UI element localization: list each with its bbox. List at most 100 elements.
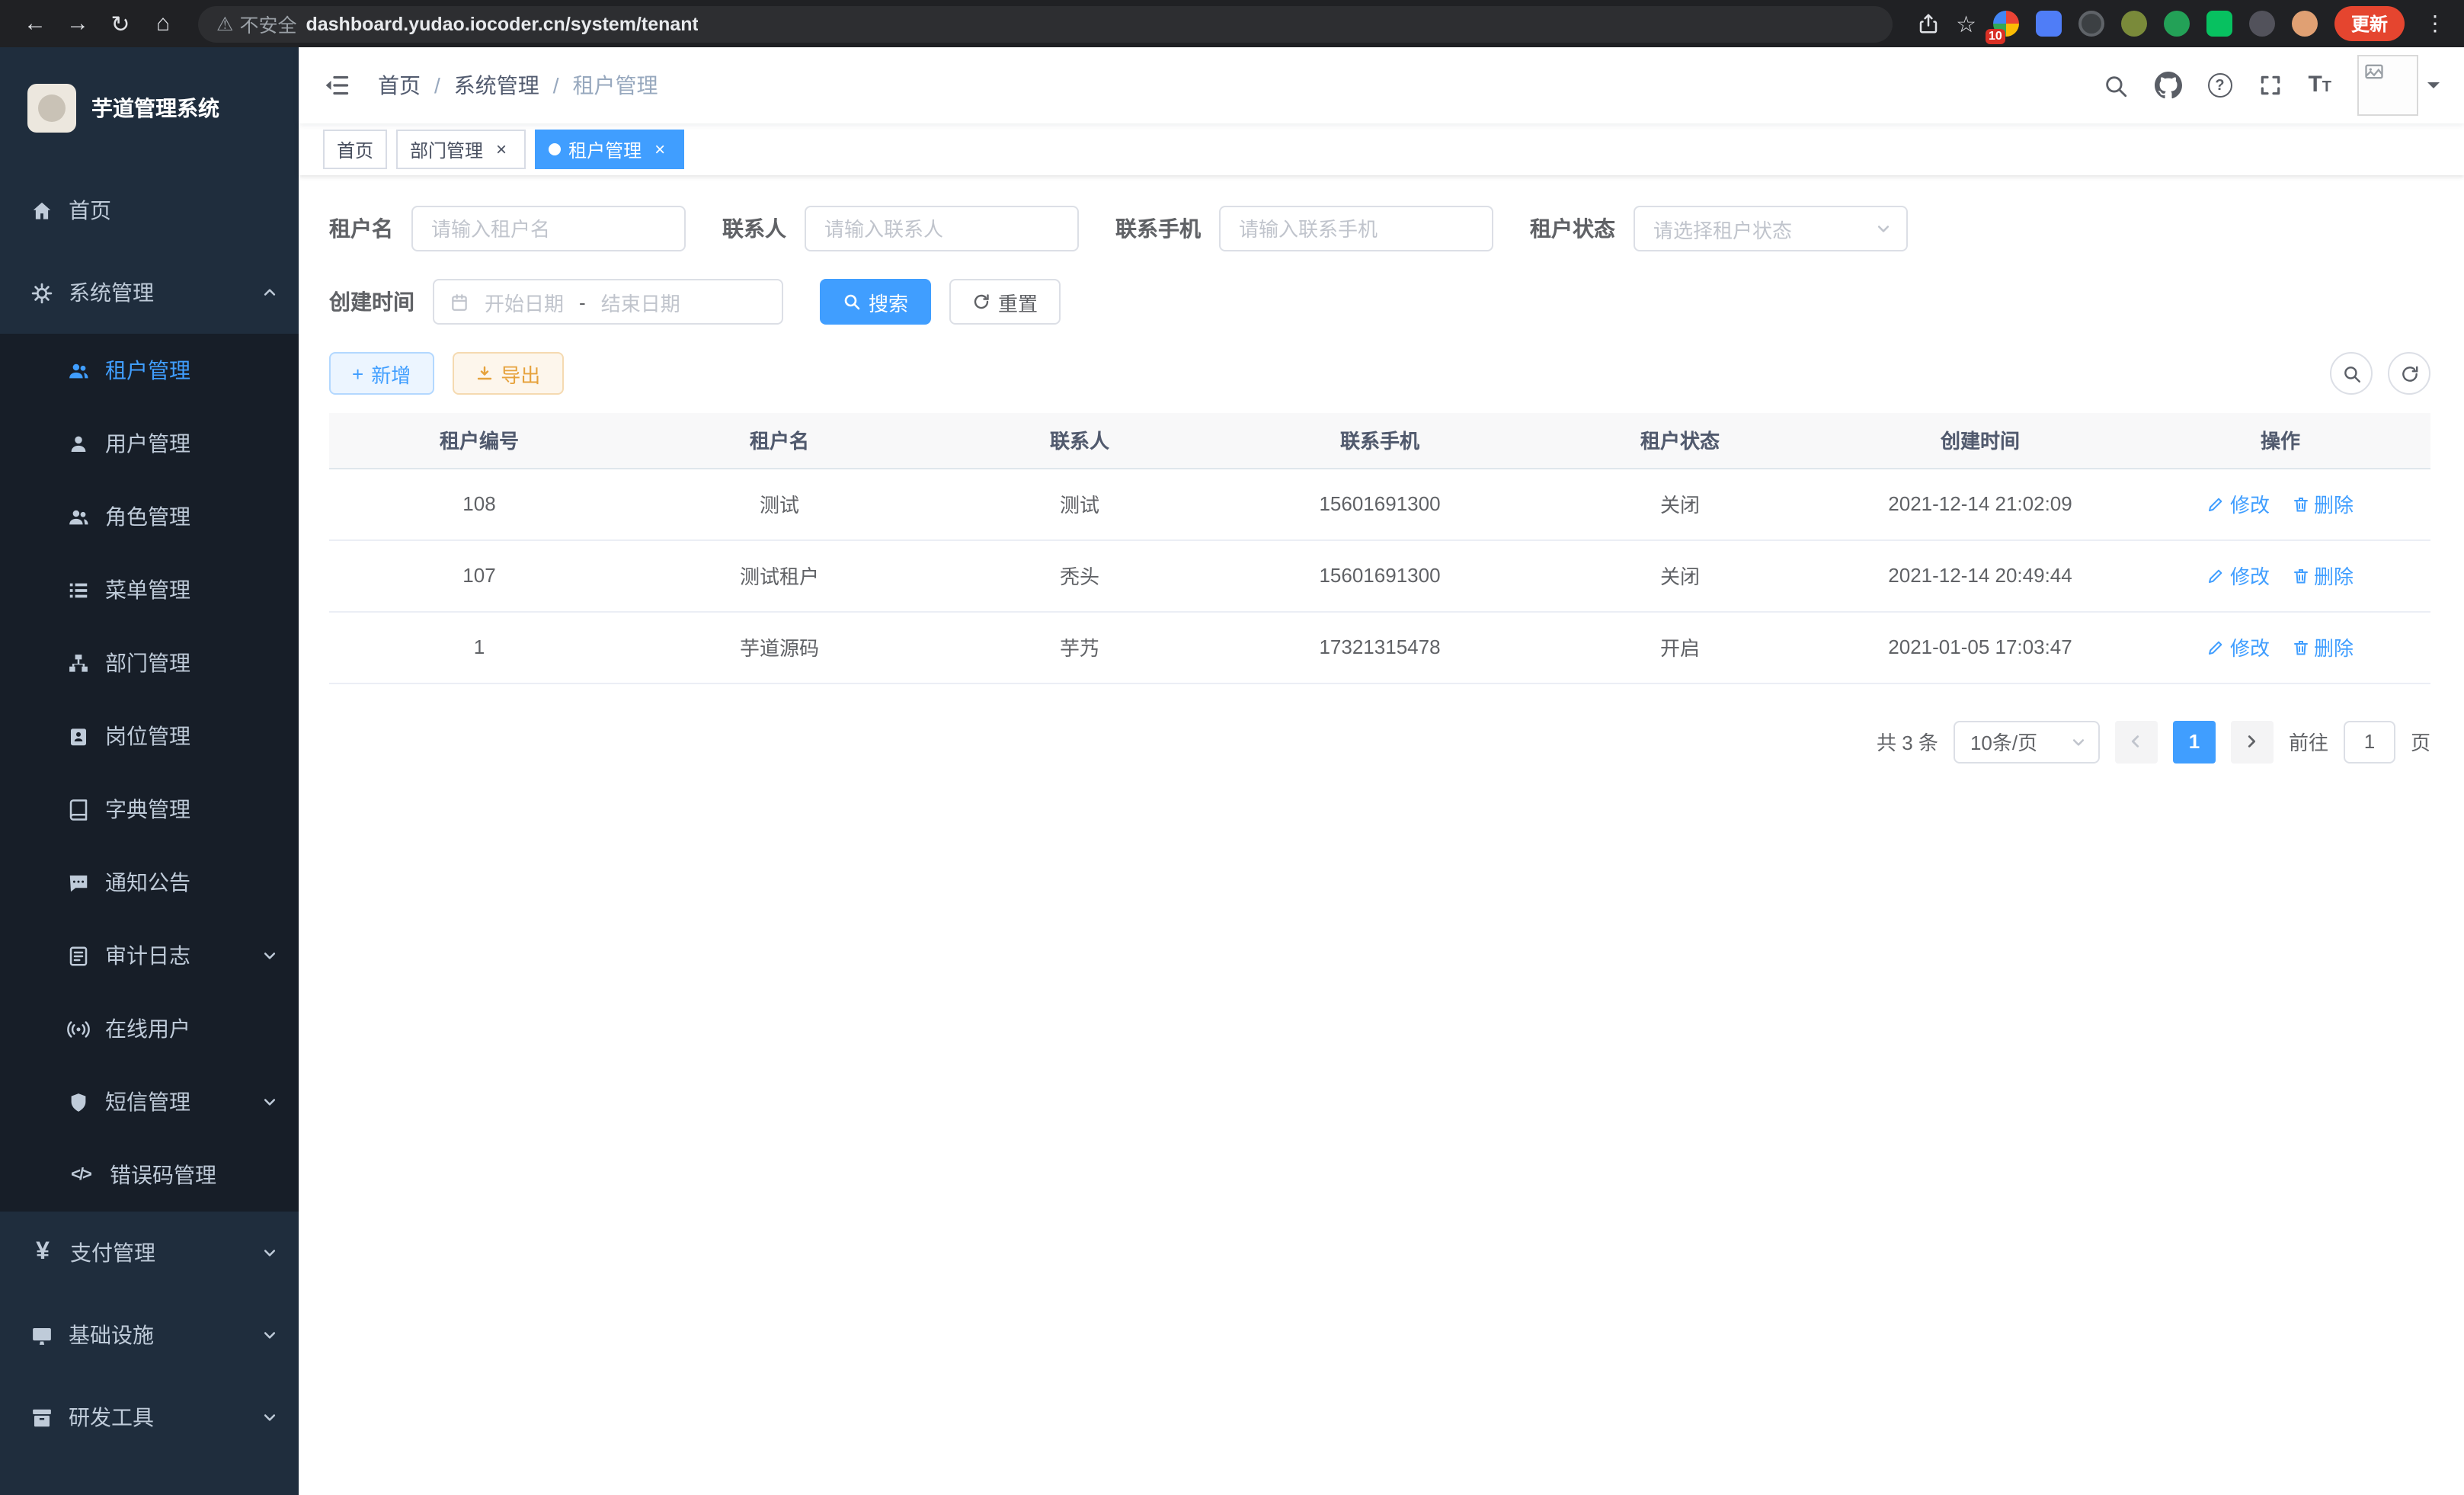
- search-icon[interactable]: [2102, 72, 2128, 98]
- edit-link[interactable]: 修改: [2207, 632, 2270, 661]
- delete-link[interactable]: 删除: [2291, 632, 2354, 661]
- cell-created: 2021-12-14 20:49:44: [1830, 539, 2130, 611]
- edit-icon: [2207, 638, 2226, 656]
- goto-page-input[interactable]: [2344, 720, 2395, 763]
- sidebar-item-infra[interactable]: 基础设施: [0, 1294, 299, 1376]
- tag-label: 租户管理: [568, 136, 642, 162]
- share-icon[interactable]: [1916, 12, 1939, 35]
- sidebar-item-user[interactable]: 用户管理: [0, 407, 299, 480]
- sidebar-item-online-user[interactable]: 在线用户: [0, 992, 299, 1065]
- extension-icon[interactable]: [2036, 11, 2062, 37]
- edit-link[interactable]: 修改: [2207, 561, 2270, 590]
- edit-link[interactable]: 修改: [2207, 489, 2270, 518]
- trash-icon: [2291, 638, 2309, 656]
- refresh-button[interactable]: [2388, 352, 2430, 395]
- font-size-icon[interactable]: TT: [2308, 75, 2331, 96]
- sidebar-item-label: 研发工具: [69, 1402, 154, 1433]
- breadcrumb-item[interactable]: 系统管理: [454, 70, 539, 101]
- collapse-sidebar-icon[interactable]: [323, 72, 350, 99]
- extension-icon[interactable]: 10: [1993, 11, 2019, 37]
- address-bar[interactable]: ⚠ 不安全 dashboard.yudao.iocoder.cn/system/…: [198, 5, 1892, 42]
- export-button[interactable]: 导出: [452, 352, 563, 395]
- browser-home-button[interactable]: ⌂: [143, 4, 183, 43]
- filter-create-time: 创建时间 开始日期 - 结束日期: [329, 279, 783, 325]
- next-page-button[interactable]: [2231, 720, 2274, 763]
- sidebar-item-label: 菜单管理: [105, 575, 190, 605]
- sidebar-item-dept[interactable]: 部门管理: [0, 626, 299, 699]
- page-number-current[interactable]: 1: [2173, 720, 2216, 763]
- sidebar-item-notice[interactable]: 通知公告: [0, 846, 299, 919]
- total-count: 共 3 条: [1877, 727, 1938, 756]
- sidebar-item-label: 岗位管理: [105, 721, 190, 751]
- tag-dept[interactable]: 部门管理 ×: [396, 130, 526, 169]
- date-range-picker[interactable]: 开始日期 - 结束日期: [433, 279, 783, 325]
- not-secure-indicator[interactable]: ⚠ 不安全: [216, 9, 296, 38]
- signal-icon: [67, 1017, 90, 1040]
- col-tenant-name: 租户名: [629, 413, 930, 468]
- github-icon[interactable]: [2154, 72, 2181, 99]
- sidebar-item-home[interactable]: 首页: [0, 169, 299, 251]
- close-icon[interactable]: ×: [491, 139, 512, 160]
- close-icon[interactable]: ×: [649, 139, 670, 160]
- sidebar-item-payment[interactable]: ¥ 支付管理: [0, 1212, 299, 1294]
- add-button[interactable]: + 新增: [329, 352, 434, 395]
- delete-link[interactable]: 删除: [2291, 489, 2354, 518]
- browser-back-button[interactable]: ←: [15, 4, 55, 43]
- status-select[interactable]: 请选择租户状态: [1634, 206, 1908, 251]
- mobile-input[interactable]: [1219, 206, 1493, 251]
- browser-forward-button[interactable]: →: [58, 4, 98, 43]
- extension-icon[interactable]: [2164, 11, 2190, 37]
- col-created: 创建时间: [1830, 413, 2130, 468]
- cell-actions: 修改删除: [2130, 611, 2430, 683]
- breadcrumb-item[interactable]: 首页: [378, 70, 421, 101]
- delete-link[interactable]: 删除: [2291, 561, 2354, 590]
- sidebar-item-role[interactable]: 角色管理: [0, 480, 299, 553]
- sidebar-item-dict[interactable]: 字典管理: [0, 773, 299, 846]
- toggle-search-button[interactable]: [2330, 352, 2373, 395]
- table-toolbar: + 新增 导出: [329, 352, 2430, 395]
- sidebar-item-label: 部门管理: [105, 648, 190, 678]
- sidebar-item-tenant[interactable]: 租户管理: [0, 334, 299, 407]
- search-icon: [2341, 363, 2361, 383]
- user-menu[interactable]: [2357, 55, 2440, 116]
- tag-home[interactable]: 首页: [323, 130, 387, 169]
- tag-tenant[interactable]: 租户管理 ×: [535, 130, 684, 169]
- page-size-select[interactable]: 10条/页: [1954, 720, 2100, 763]
- fullscreen-icon[interactable]: [2258, 73, 2282, 98]
- logo[interactable]: 芋道管理系统: [0, 47, 299, 169]
- sidebar-item-audit-log[interactable]: 审计日志: [0, 919, 299, 992]
- sidebar-item-system[interactable]: 系统管理: [0, 251, 299, 334]
- extension-icon[interactable]: [2249, 11, 2275, 37]
- tenant-name-input[interactable]: [411, 206, 686, 251]
- contact-input[interactable]: [805, 206, 1079, 251]
- chrome-update-button[interactable]: 更新: [2334, 6, 2405, 41]
- broken-image-icon: [2363, 61, 2385, 82]
- sidebar-item-devtools[interactable]: 研发工具: [0, 1376, 299, 1458]
- search-button[interactable]: 搜索: [820, 279, 931, 325]
- browser-reload-button[interactable]: ↻: [101, 4, 140, 43]
- extension-icon[interactable]: [2206, 11, 2232, 37]
- col-actions: 操作: [2130, 413, 2430, 468]
- warning-icon: ⚠: [216, 12, 233, 35]
- profile-avatar[interactable]: [2292, 11, 2318, 37]
- extension-icon[interactable]: [2078, 11, 2104, 37]
- tag-label: 首页: [337, 136, 373, 162]
- sidebar-item-error-code[interactable]: </> 错误码管理: [0, 1138, 299, 1212]
- bookmark-star-icon[interactable]: ☆: [1956, 10, 1976, 37]
- sidebar-item-sms[interactable]: 短信管理: [0, 1065, 299, 1138]
- plus-icon: +: [352, 362, 363, 385]
- tags-view: 首页 部门管理 × 租户管理 ×: [299, 123, 2464, 175]
- help-icon[interactable]: ?: [2207, 73, 2232, 98]
- chevron-down-icon: [262, 1410, 277, 1425]
- sidebar-item-post[interactable]: 岗位管理: [0, 699, 299, 773]
- prev-page-button[interactable]: [2115, 720, 2158, 763]
- sidebar-item-menu[interactable]: 菜单管理: [0, 553, 299, 626]
- reset-button[interactable]: 重置: [949, 279, 1061, 325]
- avatar: [2357, 55, 2418, 116]
- extension-icon[interactable]: [2121, 11, 2147, 37]
- col-status: 租户状态: [1530, 413, 1830, 468]
- users-icon: [67, 359, 90, 382]
- table-tools: [2330, 352, 2430, 395]
- filter-tenant-name: 租户名: [329, 206, 686, 251]
- browser-menu-icon[interactable]: ⋮: [2421, 11, 2449, 37]
